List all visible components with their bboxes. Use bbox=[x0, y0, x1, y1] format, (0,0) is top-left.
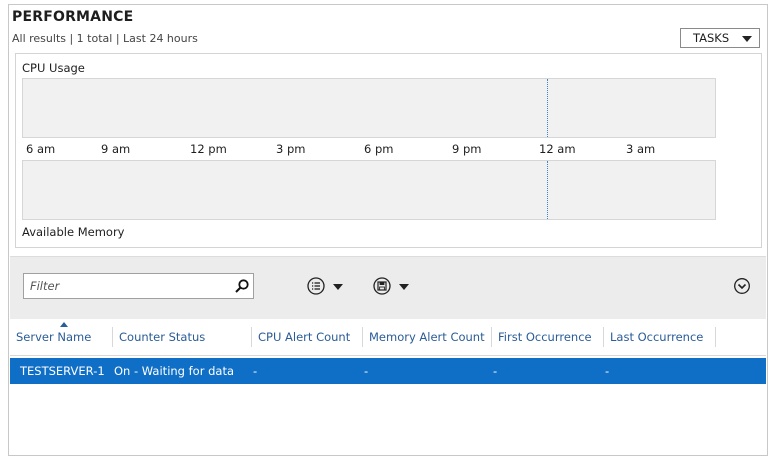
column-header-label: CPU Alert Count bbox=[258, 330, 351, 344]
results-summary: All results | 1 total | Last 24 hours bbox=[12, 32, 198, 45]
column-header-label: Memory Alert Count bbox=[369, 330, 485, 344]
column-header-last-occurrence[interactable]: Last Occurrence bbox=[604, 327, 716, 347]
cpu-usage-plot bbox=[22, 78, 716, 138]
chevron-down-icon bbox=[399, 284, 409, 290]
cell-first-occurrence: - bbox=[493, 364, 498, 378]
filter-input[interactable] bbox=[23, 273, 254, 299]
chevron-down-circle-icon bbox=[734, 278, 750, 294]
grid-toolbar bbox=[10, 256, 766, 319]
list-options-button[interactable] bbox=[306, 276, 346, 296]
tasks-label: TASKS bbox=[693, 31, 730, 45]
current-time-marker bbox=[547, 79, 548, 137]
search-icon[interactable] bbox=[234, 278, 250, 294]
save-icon bbox=[373, 277, 391, 295]
time-tick: 3 am bbox=[626, 142, 656, 156]
column-header-memory-alert-count[interactable]: Memory Alert Count bbox=[363, 327, 492, 347]
chevron-down-icon bbox=[333, 284, 343, 290]
expand-button[interactable] bbox=[733, 277, 751, 295]
cell-counter-status: On - Waiting for data bbox=[114, 364, 234, 378]
cell-last-occurrence: - bbox=[605, 364, 610, 378]
available-memory-label: Available Memory bbox=[22, 225, 125, 239]
column-header-label: First Occurrence bbox=[498, 330, 592, 344]
time-tick: 12 am bbox=[539, 142, 576, 156]
time-tick: 12 pm bbox=[190, 142, 227, 156]
time-tick: 6 am bbox=[26, 142, 56, 156]
time-tick: 3 pm bbox=[276, 142, 306, 156]
cpu-usage-label: CPU Usage bbox=[22, 61, 85, 75]
cell-memory-alert-count: - bbox=[364, 364, 369, 378]
column-header-first-occurrence[interactable]: First Occurrence bbox=[492, 327, 604, 347]
time-tick: 9 pm bbox=[452, 142, 482, 156]
save-query-button[interactable] bbox=[372, 276, 412, 296]
column-header-label: Last Occurrence bbox=[610, 330, 704, 344]
list-icon bbox=[307, 277, 325, 295]
sort-ascending-icon bbox=[60, 322, 68, 327]
current-time-marker bbox=[547, 161, 548, 219]
performance-panel: PERFORMANCE All results | 1 total | Last… bbox=[8, 4, 768, 456]
table-row[interactable]: TESTSERVER-1 On - Waiting for data - - -… bbox=[10, 358, 766, 384]
column-header-server-name[interactable]: Server Name bbox=[10, 322, 113, 347]
cell-server-name: TESTSERVER-1 bbox=[20, 364, 105, 378]
column-header-cpu-alert-count[interactable]: CPU Alert Count bbox=[252, 327, 363, 347]
memory-plot bbox=[22, 160, 716, 220]
grid-header: Server Name Counter Status CPU Alert Cou… bbox=[10, 319, 766, 356]
time-axis: 6 am 9 am 12 pm 3 pm 6 pm 9 pm 12 am 3 a… bbox=[26, 142, 726, 158]
column-header-label: Counter Status bbox=[119, 330, 206, 344]
time-tick: 9 am bbox=[101, 142, 131, 156]
performance-chart-area: CPU Usage 6 am 9 am 12 pm 3 pm 6 pm 9 pm… bbox=[15, 53, 762, 248]
chevron-down-icon bbox=[742, 36, 752, 42]
column-header-counter-status[interactable]: Counter Status bbox=[113, 327, 252, 347]
cell-cpu-alert-count: - bbox=[253, 364, 258, 378]
time-tick: 6 pm bbox=[364, 142, 394, 156]
page-title: PERFORMANCE bbox=[12, 9, 134, 25]
tasks-dropdown-button[interactable]: TASKS bbox=[680, 28, 760, 48]
column-header-label: Server Name bbox=[16, 330, 92, 344]
